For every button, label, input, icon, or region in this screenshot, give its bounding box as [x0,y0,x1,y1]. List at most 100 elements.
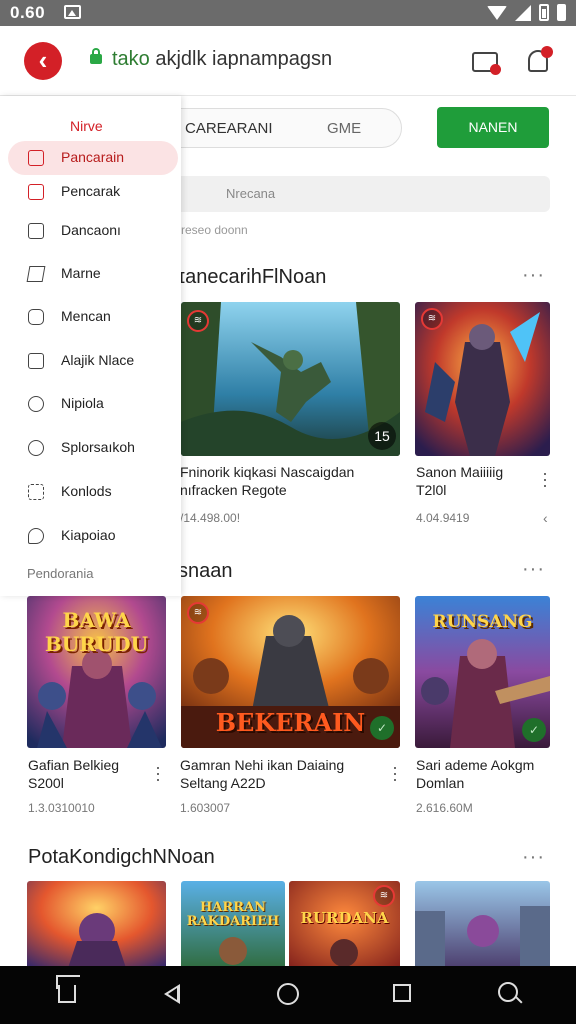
chat-icon [28,309,44,325]
game-thumbnail[interactable] [27,881,166,966]
message-icon [28,528,44,544]
status-bar: 0.60 [0,0,576,26]
more-horizontal-icon[interactable]: ··· [522,846,545,869]
drawer-item-label: Pancarain [61,149,125,165]
drawer-item-mencan[interactable]: Mencan [8,300,178,334]
brand-badge-icon: ≋ [187,310,209,332]
card-title[interactable]: Sari ademe Aokgm Domlan [416,756,556,792]
drawer-item-splorsaikoh[interactable]: Splorsaıkoh [8,431,178,465]
drawer-item-label: Kiapoiao [61,527,116,543]
back-icon[interactable] [164,984,180,1004]
game-thumbnail[interactable]: ≋ [415,302,550,456]
verified-check-icon: ✓ [370,716,394,740]
verified-check-icon: ✓ [522,718,546,742]
tab-game[interactable]: GME [327,120,361,137]
drawer-item-konlods[interactable]: Konlods [8,475,178,509]
browser-top-bar: ‹ tako akjdlk iapnampagsn [0,26,576,96]
drawer-item-label: Konlods [61,483,112,499]
navigation-drawer: Nirve Pancarain Pencarak Dancaonı Marne … [0,96,181,596]
card-title-line: nıfracken Regote [180,482,287,498]
document-icon [28,184,44,200]
drawer-item-kiapoiao[interactable]: Kiapoiao [8,519,178,553]
brand-badge-icon: ≋ [373,885,395,907]
filter-tabs[interactable]: CAREARANI GME [150,108,402,148]
search-icon [28,440,44,456]
search-sub-label: reseo doonn [181,223,248,237]
notification-badge [541,46,553,58]
card-title-line: Fninorik kiqkasi Nascaigdan [180,464,355,480]
card-title[interactable]: Gamran Nehi ikan Daiaing Seltang A22D [180,756,400,792]
card-title[interactable]: Sanon Maiiiiig T2l0l [416,463,536,499]
count-badge: 15 [368,422,396,450]
search-input[interactable]: Nrecana [150,176,550,212]
drawer-item-label: Alajik Nlace [61,352,135,368]
drawer-item-label: Splorsaıkoh [61,439,135,455]
tab-careranian[interactable]: CAREARANI [185,120,273,137]
brand-badge-icon: ≋ [421,308,443,330]
brand-badge-icon: ≋ [187,602,209,624]
card-title-line: T2l0l [416,482,447,498]
url-host: tako [112,48,150,70]
drawer-item-marne[interactable]: Marne [8,257,178,291]
drawer-item-label: Pencarak [61,183,121,199]
page-icon [28,150,44,166]
home-icon[interactable] [58,985,76,1003]
recents-icon[interactable] [393,984,411,1002]
game-thumbnail[interactable]: RURDANA ≋ [289,881,400,966]
chevron-left-icon[interactable]: ‹ [543,510,548,526]
card-title-line: S200l [28,775,64,791]
game-thumbnail[interactable]: BEKERAIN ≋ ✓ [181,596,400,748]
game-logo-text: BEKERAIN [215,708,366,737]
card-title-line: Gamran Nehi ikan Daiaing [180,757,345,773]
more-vertical-icon[interactable]: · · · [392,758,398,788]
status-time: 0.60 [10,3,46,22]
notification-bell-icon[interactable] [528,46,553,72]
address-bar[interactable]: tako akjdlk iapnampagsn [112,48,332,71]
game-logo-text: RURDANA [300,909,389,927]
game-thumbnail[interactable] [415,881,550,966]
url-path: akjdlk iapnampagsn [149,48,333,70]
drawer-item-nipiola[interactable]: Nipiola [8,387,178,421]
tabs-icon[interactable] [472,52,501,75]
card-meta: 4.04.9419 [416,511,470,525]
card-meta: 2.616.60M [416,801,473,815]
card-title-line: Domlan [416,775,465,791]
card-title[interactable]: Fninorik kiqkasi Nascaigdan nıfracken Re… [180,463,410,499]
more-vertical-icon[interactable]: · · · [155,758,161,788]
drawer-item-label: Marne [61,265,101,281]
home-circle-icon[interactable] [277,983,299,1005]
more-vertical-icon[interactable]: · · · [542,464,548,494]
lock-icon [90,48,102,64]
card-meta: 1.603007 [180,801,231,815]
drawer-item-pencarak[interactable]: Pencarak [8,175,178,209]
wifi-icon [487,5,507,20]
game-thumbnail[interactable]: BAWA BURUDU [27,596,166,748]
drawer-item-pancarain[interactable]: Pancarain [8,141,178,175]
primary-action-button[interactable]: NANEN [437,107,549,148]
drawer-header: Nirve [70,118,103,134]
card-meta: 1.3.0310010 [28,801,95,815]
section-title: snaan [178,560,233,582]
game-logo-text: BAWA BURUDU [44,608,149,656]
gallery-notification-icon [64,5,81,19]
section-title: ɪanecarihFlNoan [178,266,327,288]
more-horizontal-icon[interactable]: ··· [522,558,545,581]
drawer-item-label: Nipiola [61,395,104,411]
fire-hero-art [27,881,166,966]
game-thumbnail[interactable]: HARRAN RAKDARIEH [181,881,285,966]
game-thumbnail[interactable]: RUNSANG ✓ [415,596,550,748]
drawer-item-dancaoni[interactable]: Dancaonı [8,214,178,248]
bookmark-icon [28,223,44,239]
card-meta: /14.498.00! [180,511,241,525]
card-title[interactable]: Gafian Belkieg S200l [28,756,148,792]
drawer-section-label: Pendorania [27,566,94,581]
more-horizontal-icon[interactable]: ··· [522,264,545,287]
battery-icon [539,4,549,21]
card-title-line: Seltang A22D [180,775,266,791]
back-arrow-icon[interactable]: ‹ [24,42,62,80]
drawer-item-alajik-nlace[interactable]: Alajik Nlace [8,344,178,378]
drawer-item-label: Dancaonı [61,222,121,238]
game-thumbnail[interactable]: ≋ 15 [181,302,400,456]
city-hero-art [415,881,550,966]
search-icon[interactable] [498,982,518,1002]
